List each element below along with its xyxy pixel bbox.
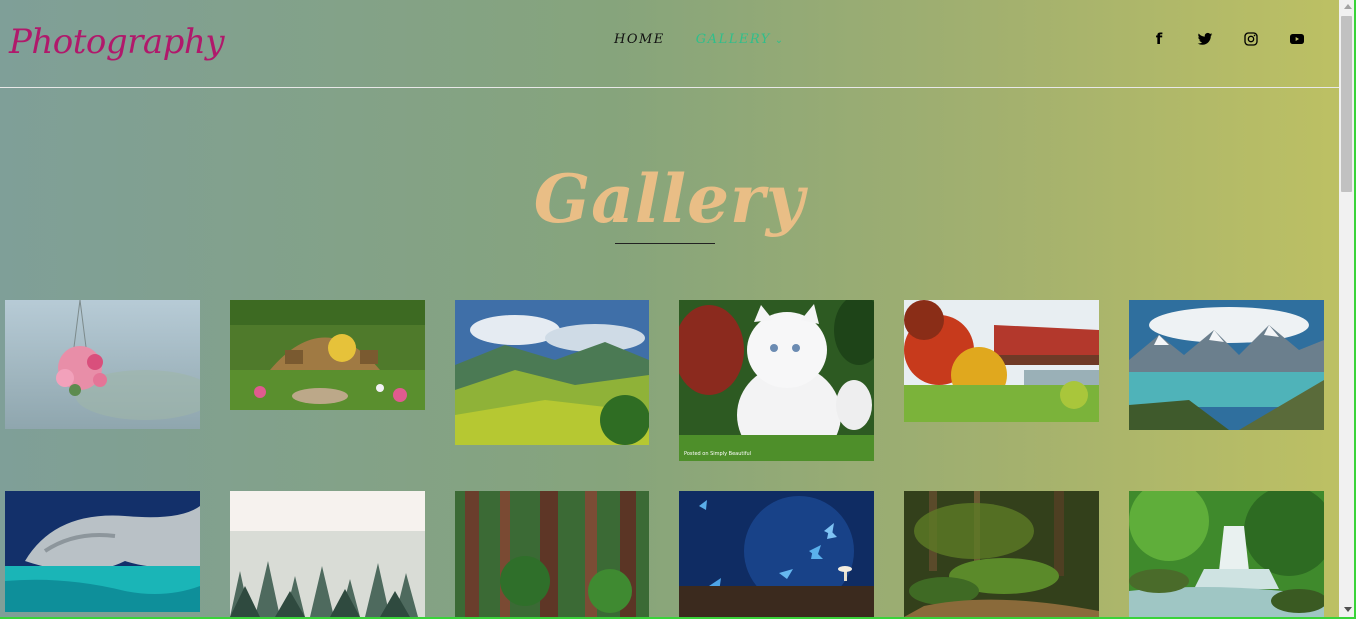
facebook-icon[interactable]: f — [1149, 29, 1169, 49]
scroll-down-arrow-icon[interactable] — [1344, 607, 1352, 612]
gallery-image-blue-butterflies[interactable] — [679, 491, 874, 617]
social-links: f — [1149, 29, 1307, 49]
site-header: Photography HOME GALLERY ⌄ f — [0, 0, 1339, 88]
image-caption: Posted on Simply Beautiful — [684, 451, 751, 457]
scroll-up-arrow-icon[interactable] — [1344, 4, 1352, 9]
nav-gallery[interactable]: GALLERY ⌄ — [696, 32, 785, 47]
twitter-icon[interactable] — [1195, 29, 1215, 49]
gallery-image-green-valley-hills[interactable] — [455, 300, 649, 445]
gallery-image-misty-pine-forest[interactable] — [230, 491, 425, 617]
title-underline — [615, 243, 715, 244]
main-nav: HOME GALLERY ⌄ — [614, 32, 785, 47]
gallery-image-red-covered-bridge-autumn[interactable] — [904, 300, 1099, 422]
gallery-image-hobbit-house-garden[interactable] — [230, 300, 425, 410]
nav-gallery-label: GALLERY — [695, 32, 771, 47]
youtube-icon[interactable] — [1287, 29, 1307, 49]
gallery-image-forest-waterfall[interactable] — [1129, 491, 1324, 617]
page-title: Gallery — [533, 160, 806, 238]
nav-home[interactable]: HOME — [614, 32, 665, 47]
gallery-image-redwood-forest[interactable] — [455, 491, 649, 617]
instagram-icon[interactable] — [1241, 29, 1261, 49]
gallery-image-mountain-lake[interactable] — [1129, 300, 1324, 430]
gallery-image-mossy-forest-stream[interactable] — [904, 491, 1099, 617]
chevron-down-icon: ⌄ — [774, 35, 785, 46]
gallery-image-marble-caves-turquoise-water[interactable] — [5, 491, 200, 612]
scrollbar-thumb[interactable] — [1341, 16, 1352, 192]
site-logo[interactable]: Photography — [9, 22, 225, 62]
gallery-image-white-kitten[interactable]: Posted on Simply Beautiful — [679, 300, 874, 461]
gallery-image-hanging-flower-basket[interactable] — [5, 300, 200, 429]
